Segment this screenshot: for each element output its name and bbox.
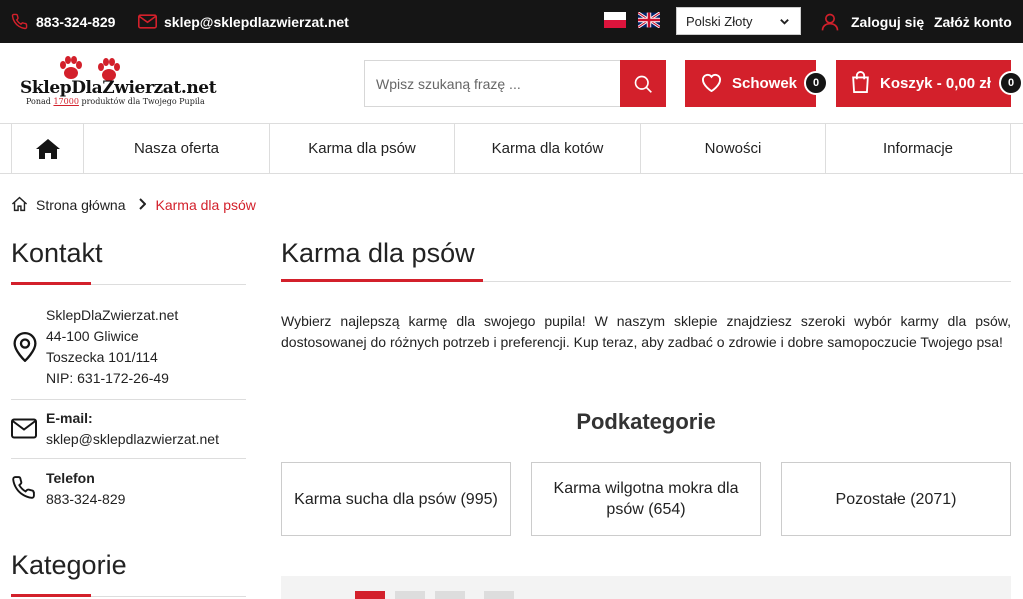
contact-email: E-mail: sklep@sklepdlazwierzat.net xyxy=(46,408,219,450)
wishlist-count-badge: 0 xyxy=(804,71,828,95)
cart-count-badge: 0 xyxy=(999,71,1023,95)
login-link[interactable]: Zaloguj się xyxy=(851,0,924,43)
product-toolbar xyxy=(281,576,1011,599)
site-logo[interactable]: SklepDlaZwierzat.net Ponad 17000 produkt… xyxy=(18,55,218,110)
mail-icon xyxy=(138,14,157,29)
contact-heading: Kontakt xyxy=(11,238,103,268)
chevron-down-icon xyxy=(779,16,790,27)
address-line: SklepDlaZwierzat.net xyxy=(46,307,179,323)
home-outline-icon[interactable] xyxy=(11,196,28,215)
phone-value-link[interactable]: 883-324-829 xyxy=(46,489,125,510)
chevron-right-icon xyxy=(138,197,146,213)
contact-phone: Telefon 883-324-829 xyxy=(46,468,125,510)
subcategory-card[interactable]: Pozostałe (2071) xyxy=(781,462,1011,536)
envelope-icon xyxy=(11,418,37,444)
map-pin-icon xyxy=(11,332,39,367)
topbar-email-text: sklep@sklepdlazwierzat.net xyxy=(164,13,349,30)
phone-label: Telefon xyxy=(46,470,95,486)
subcategory-card[interactable]: Karma wilgotna mokra dla psów (654) xyxy=(531,462,761,536)
view-toggle[interactable] xyxy=(484,591,514,599)
home-icon xyxy=(35,138,60,159)
nav-home[interactable] xyxy=(11,124,83,173)
logo-tagline-prefix: Ponad xyxy=(26,97,51,106)
subcategory-card[interactable]: Karma sucha dla psów (995) xyxy=(281,462,511,536)
contact-separator xyxy=(11,399,246,400)
topbar-phone-link[interactable]: 883-324-829 xyxy=(11,0,115,43)
telephone-icon xyxy=(11,475,36,505)
email-value-link[interactable]: sklep@sklepdlazwierzat.net xyxy=(46,429,219,450)
logo-name: SklepDlaZwierzat.net xyxy=(20,78,217,98)
search-input[interactable] xyxy=(365,61,621,106)
logo-tagline-suffix: produktów dla Twojego Pupila xyxy=(81,97,205,106)
nav-item-karma-dla-kotow[interactable]: Karma dla kotów xyxy=(454,124,640,173)
contact-accent-line xyxy=(11,282,91,285)
title-accent-line xyxy=(281,279,483,282)
nav-item-karma-dla-psow[interactable]: Karma dla psów xyxy=(269,124,454,173)
page-title: Karma dla psów xyxy=(281,238,475,268)
currency-select-value: Polski Złoty xyxy=(686,13,753,29)
shopping-bag-icon xyxy=(851,70,870,97)
nav-item-nasza-oferta[interactable]: Nasza oferta xyxy=(83,124,269,173)
top-bar: 883-324-829 sklep@sklepdlazwierzat.net P… xyxy=(0,0,1023,43)
address-line: NIP: 631-172-26-49 xyxy=(46,370,169,386)
contact-address: SklepDlaZwierzat.net 44-100 Gliwice Tosz… xyxy=(46,305,178,389)
logo-tagline-number: 17000 xyxy=(53,97,79,106)
user-icon[interactable] xyxy=(820,0,840,43)
categories-accent-line xyxy=(11,594,91,597)
breadcrumb-current: Karma dla psów xyxy=(155,197,256,213)
logo-tagline: Ponad 17000 produktów dla Twojego Pupila xyxy=(26,97,205,106)
topbar-email-link[interactable]: sklep@sklepdlazwierzat.net xyxy=(138,0,349,43)
search-button[interactable] xyxy=(620,60,666,107)
view-toggle[interactable] xyxy=(355,591,385,599)
address-line: Toszecka 101/114 xyxy=(46,349,158,365)
phone-icon xyxy=(11,13,28,30)
english-flag-icon[interactable] xyxy=(638,12,660,28)
nav-item-nowosci[interactable]: Nowości xyxy=(640,124,825,173)
main-navigation: Nasza oferta Karma dla psów Karma dla ko… xyxy=(0,123,1023,174)
search-icon xyxy=(634,75,652,93)
category-description: Wybierz najlepszą karmę dla swojego pupi… xyxy=(281,313,1011,350)
categories-heading: Kategorie xyxy=(11,550,127,580)
heart-icon xyxy=(700,72,723,96)
view-toggle[interactable] xyxy=(395,591,425,599)
search-bar xyxy=(364,60,666,107)
polish-flag-icon[interactable] xyxy=(604,12,626,28)
subcategories-heading: Podkategorie xyxy=(576,409,716,434)
currency-select[interactable]: Polski Złoty xyxy=(676,7,801,35)
topbar-phone-text: 883-324-829 xyxy=(36,13,116,30)
breadcrumb-home-link[interactable]: Strona główna xyxy=(36,197,126,213)
cart-button[interactable]: Koszyk - 0,00 zł xyxy=(836,60,1011,107)
address-line: 44-100 Gliwice xyxy=(46,328,139,344)
wishlist-label: Schowek xyxy=(732,75,798,92)
breadcrumb: Strona główna Karma dla psów xyxy=(11,196,256,214)
contact-separator xyxy=(11,458,246,459)
register-link[interactable]: Załóż konto xyxy=(934,0,1012,43)
nav-item-informacje[interactable]: Informacje xyxy=(825,124,1011,173)
email-label: E-mail: xyxy=(46,410,93,426)
view-toggle[interactable] xyxy=(435,591,465,599)
cart-label: Koszyk - 0,00 zł xyxy=(880,75,991,92)
wishlist-button[interactable]: Schowek xyxy=(685,60,816,107)
